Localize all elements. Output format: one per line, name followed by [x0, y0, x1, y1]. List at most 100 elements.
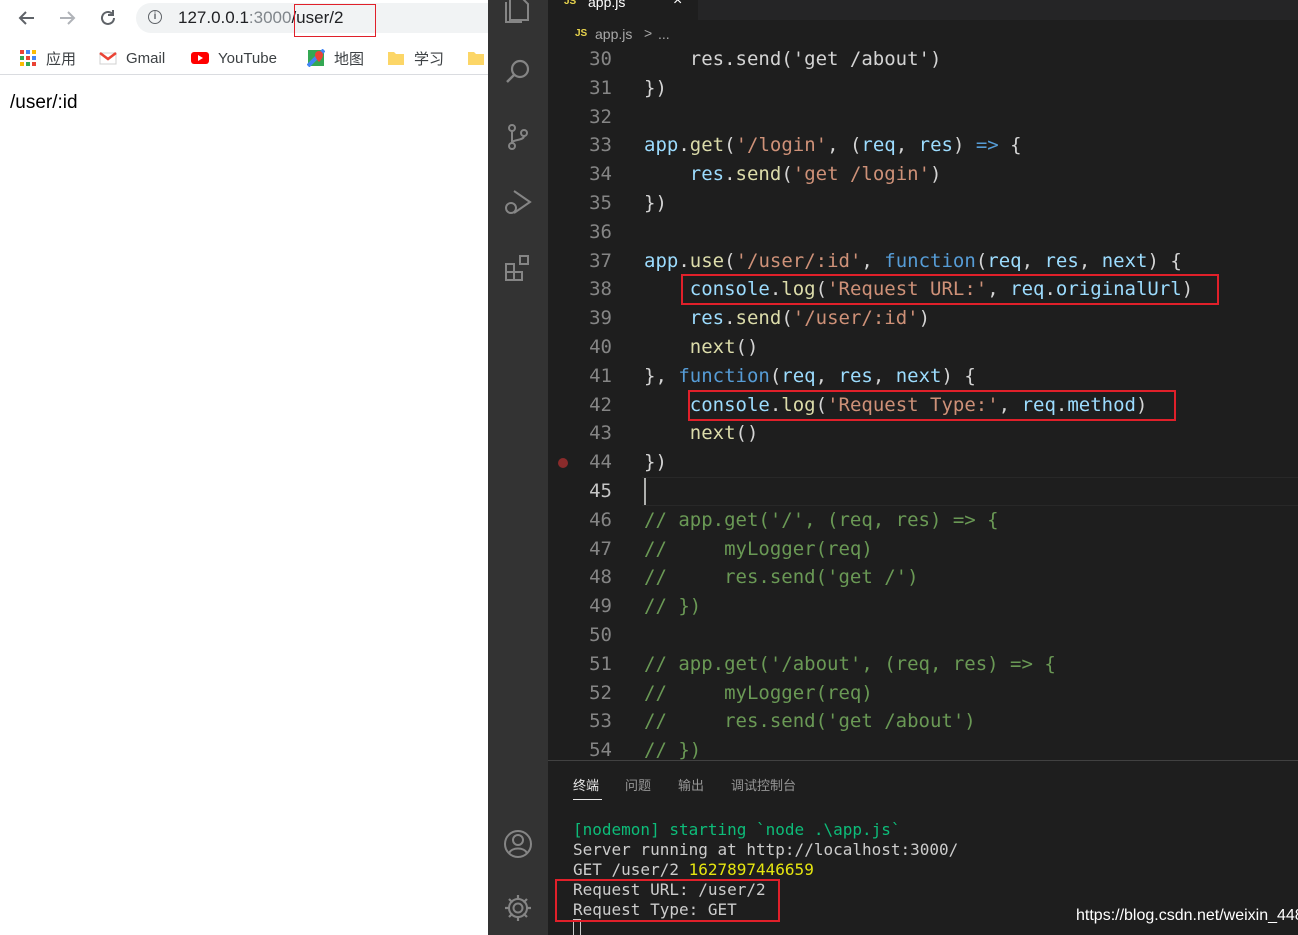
reload-button[interactable]	[96, 6, 120, 30]
terminal-output-highlight	[555, 879, 780, 922]
code-text: })	[644, 76, 667, 99]
explorer-icon[interactable]	[502, 0, 534, 26]
tab-terminal[interactable]: 终端	[573, 775, 599, 794]
code-line: 39 res.send('/user/:id')	[548, 304, 1298, 333]
settings-gear-icon[interactable]	[502, 892, 534, 924]
code-line: 30 res.send('get /about')	[548, 48, 1298, 74]
code-text: app.use('/user/:id', function(req, res, …	[644, 249, 1182, 272]
line-number: 35	[589, 192, 612, 214]
code-text: // })	[644, 739, 702, 760]
line-number: 37	[589, 249, 612, 272]
line-number: 52	[589, 681, 612, 704]
line-number: 53	[589, 710, 612, 733]
breadcrumb-file[interactable]: app.js	[595, 26, 632, 42]
code-line: 43 next()	[548, 419, 1298, 448]
active-tab-indicator	[573, 799, 602, 800]
code-text: }, function(req, res, next) {	[644, 364, 976, 387]
code-line: 52 // myLogger(req)	[548, 679, 1298, 708]
terminal-request: GET /user/2	[573, 860, 689, 879]
bookmark-folder[interactable]: 学习	[387, 48, 444, 68]
line-number: 32	[589, 105, 612, 128]
source-control-icon[interactable]	[502, 121, 534, 153]
terminal-line: Server running at http://localhost:3000/	[573, 840, 959, 859]
bookmark-apps[interactable]: 应用	[19, 48, 76, 68]
tab-problems[interactable]: 问题	[625, 775, 651, 794]
folder-icon	[387, 49, 405, 67]
code-text: // myLogger(req)	[644, 537, 873, 560]
editor-tab-bar: JS app.js ×	[548, 0, 1298, 20]
line-number: 33	[589, 134, 612, 157]
page-body-text: /user/:id	[10, 92, 78, 113]
bookmarks-bar: 应用 Gmail YouTube 地图 学习	[0, 42, 488, 75]
bookmark-label: Gmail	[126, 49, 166, 67]
line-number: 34	[589, 163, 612, 186]
code-text: // app.get('/', (req, res) => {	[644, 508, 999, 531]
run-debug-icon[interactable]	[502, 186, 534, 218]
forward-button[interactable]	[55, 6, 79, 30]
javascript-file-icon: JS	[564, 0, 577, 7]
tab-app-js[interactable]: JS app.js ×	[548, 0, 698, 20]
code-line: 51 // app.get('/about', (req, res) => {	[548, 650, 1298, 679]
info-icon[interactable]: i	[148, 10, 162, 24]
breadcrumb-more[interactable]: ...	[658, 26, 670, 42]
code-text: // res.send('get /')	[644, 566, 919, 589]
code-highlight-box	[681, 274, 1219, 306]
line-number: 39	[589, 307, 612, 330]
code-line: 32	[548, 103, 1298, 132]
line-number: 47	[589, 537, 612, 560]
extensions-icon[interactable]	[502, 252, 534, 284]
code-line: 53 // res.send('get /about')	[548, 707, 1298, 736]
code-text: res.send('/user/:id')	[689, 307, 931, 330]
code-line: 37 app.use('/user/:id', function(req, res…	[548, 247, 1298, 276]
search-icon[interactable]	[502, 56, 534, 88]
terminal-line: [nodemon] starting `node .\app.js`	[573, 820, 901, 839]
bookmark-label: 地图	[334, 50, 365, 68]
code-text: res.send('get /about')	[644, 48, 942, 70]
bottom-panel: 终端 问题 输出 调试控制台 [nodemon] starting `node …	[548, 760, 1298, 935]
line-number: 42	[589, 393, 612, 416]
code-editor[interactable]: 30 res.send('get /about') 31}) 32 33 app.get…	[548, 48, 1298, 760]
line-number: 44	[589, 451, 612, 474]
line-number: 49	[589, 595, 612, 618]
gmail-icon	[99, 49, 117, 67]
bookmark-label: YouTube	[218, 49, 277, 67]
line-number: 48	[589, 566, 612, 589]
maps-icon	[306, 48, 326, 68]
bookmark-gmail[interactable]: Gmail	[99, 48, 165, 68]
code-text: })	[644, 192, 667, 214]
code-line: 34 res.send('get /login')	[548, 160, 1298, 189]
line-number: 30	[589, 48, 612, 70]
code-text: // myLogger(req)	[644, 681, 873, 704]
line-number: 51	[589, 652, 612, 675]
code-line: 50	[548, 621, 1298, 650]
code-line: 36	[548, 218, 1298, 247]
line-number: 36	[589, 220, 612, 243]
close-icon[interactable]: ×	[673, 0, 682, 10]
code-text: // app.get('/about', (req, res) => {	[644, 652, 1056, 675]
line-number: 54	[589, 739, 612, 760]
arrow-left-icon	[18, 11, 34, 25]
tab-output[interactable]: 输出	[678, 775, 704, 794]
watermark: https://blog.csdn.net/weixin_44827418	[1076, 907, 1298, 924]
account-icon[interactable]	[502, 828, 534, 860]
activity-bar	[488, 0, 548, 935]
browser-toolbar: i 127.0.0.1:3000/user/2	[0, 0, 496, 37]
line-number: 45	[589, 480, 612, 502]
code-text: })	[644, 451, 667, 474]
apps-grid-icon	[19, 49, 37, 67]
code-highlight-box	[688, 389, 1176, 421]
bookmark-youtube[interactable]: YouTube	[191, 48, 277, 68]
code-line: 41}, function(req, res, next) {	[548, 362, 1298, 391]
url-path-highlight	[294, 4, 376, 37]
code-line: 49 // })	[548, 592, 1298, 621]
code-line: 46 // app.get('/', (req, res) => {	[548, 506, 1298, 535]
terminal-line: GET /user/2 1627897446659	[573, 860, 814, 880]
code-line: 47 // myLogger(req)	[548, 535, 1298, 564]
bookmark-maps[interactable]: 地图	[306, 48, 365, 68]
youtube-icon	[191, 49, 209, 67]
back-button[interactable]	[15, 6, 39, 30]
tab-debug-console[interactable]: 调试控制台	[731, 775, 796, 794]
code-text: next()	[689, 336, 759, 358]
chevron-right-icon: >	[644, 25, 653, 41]
code-line: 35})	[548, 189, 1298, 218]
